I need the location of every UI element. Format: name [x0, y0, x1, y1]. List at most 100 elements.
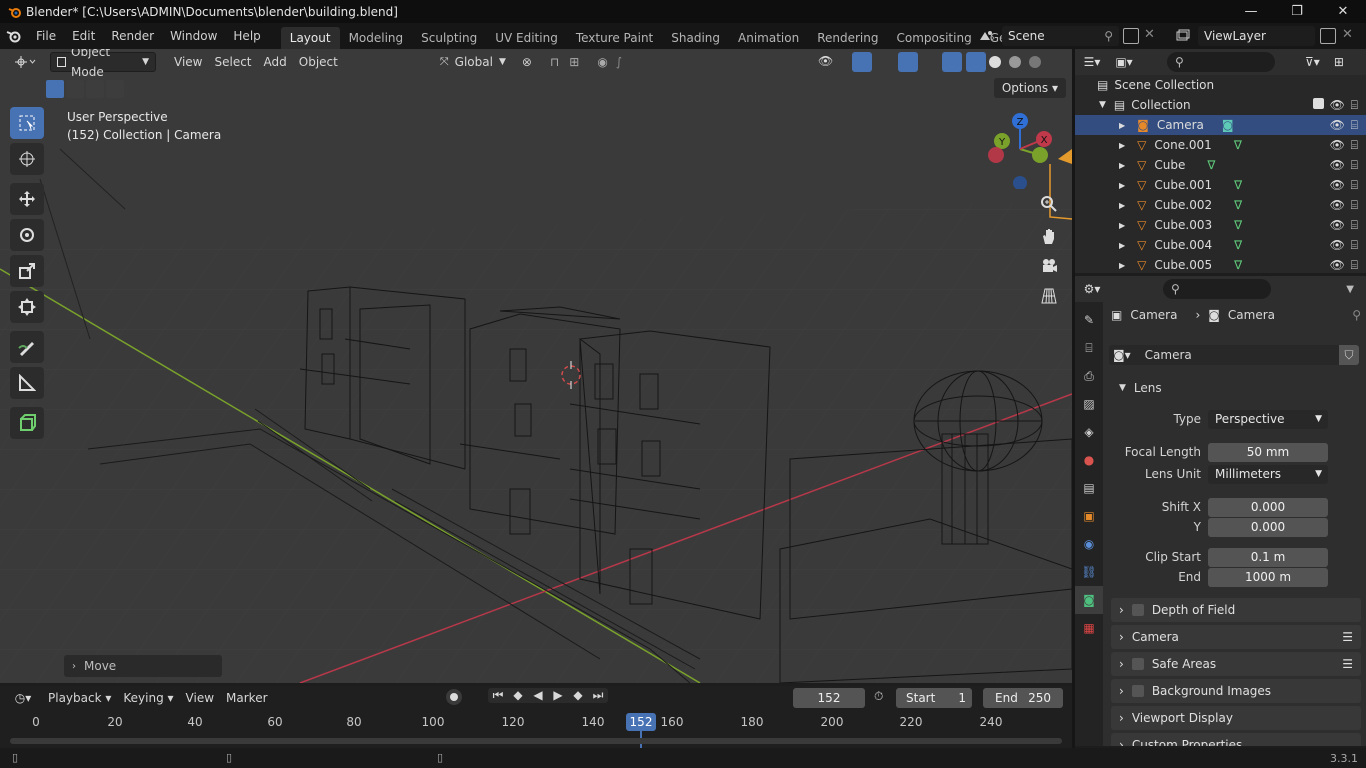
- eye-icon[interactable]: 👁: [1330, 238, 1345, 253]
- render-camera-icon[interactable]: ⌸: [1351, 118, 1358, 133]
- record-icon[interactable]: [446, 689, 462, 705]
- menu-marker[interactable]: Marker: [220, 688, 273, 708]
- overlay-toggle-icon[interactable]: [898, 52, 918, 72]
- camera-panel[interactable]: › Camera ☰: [1111, 625, 1361, 649]
- expand-arrow-icon[interactable]: ▶: [1119, 221, 1125, 230]
- outliner-row[interactable]: ▶ ▽ Cube.003 ∇ 👁 ⌸: [1075, 215, 1366, 235]
- menu-view[interactable]: View: [168, 52, 208, 72]
- pivot-icon[interactable]: ⊗: [522, 55, 532, 69]
- tab-rendering[interactable]: Rendering: [808, 27, 887, 49]
- transform-tool-icon[interactable]: [10, 291, 44, 323]
- annotate-tool-icon[interactable]: [10, 331, 44, 363]
- tab-texture-paint[interactable]: Texture Paint: [567, 27, 662, 49]
- editor-type-icon[interactable]: [6, 52, 44, 72]
- ortho-grid-icon[interactable]: [1035, 282, 1063, 310]
- tab-sculpting[interactable]: Sculpting: [412, 27, 486, 49]
- minimize-button[interactable]: —: [1228, 0, 1274, 23]
- shift-y-field[interactable]: 0.000: [1208, 518, 1328, 537]
- render-camera-icon[interactable]: ⌸: [1351, 238, 1358, 253]
- outliner-row[interactable]: ▶ ▽ Cube.004 ∇ 👁 ⌸: [1075, 235, 1366, 255]
- expand-arrow-icon[interactable]: ▼: [1099, 100, 1106, 110]
- timeline-editor-icon[interactable]: ◷▾: [4, 691, 42, 705]
- jump-start-icon[interactable]: ⏮: [488, 688, 508, 703]
- render-camera-icon[interactable]: ⌸: [1351, 138, 1358, 153]
- pan-hand-icon[interactable]: [1035, 222, 1063, 250]
- menu-object[interactable]: Object: [293, 52, 344, 72]
- options-button[interactable]: Options ▾: [993, 78, 1066, 98]
- select-new-icon[interactable]: [46, 80, 64, 98]
- filter-icon[interactable]: ⊽▾: [1305, 55, 1320, 69]
- eye-icon[interactable]: 👁: [1330, 218, 1345, 233]
- properties-options-icon[interactable]: ▼: [1346, 284, 1354, 295]
- viewlayer-selector[interactable]: ViewLayer: [1198, 26, 1315, 46]
- eye-icon[interactable]: 👁: [1330, 198, 1345, 213]
- delete-viewlayer-icon[interactable]: ✕: [1342, 27, 1353, 42]
- world-tab-icon[interactable]: ●: [1075, 446, 1103, 474]
- restore-button[interactable]: ❐: [1274, 0, 1320, 23]
- cursor-tool-icon[interactable]: [10, 143, 44, 175]
- viewlayer-icon[interactable]: [1170, 27, 1196, 45]
- eye-icon[interactable]: 👁: [1330, 258, 1345, 273]
- measure-tool-icon[interactable]: [10, 367, 44, 399]
- tab-compositing[interactable]: Compositing: [887, 27, 980, 49]
- shading-wireframe-icon[interactable]: [966, 52, 986, 72]
- menu-keying[interactable]: Keying ▾: [117, 688, 179, 708]
- select-extend-icon[interactable]: [66, 80, 84, 98]
- pin-icon[interactable]: ⚲: [1352, 308, 1361, 322]
- menu-file[interactable]: File: [28, 23, 64, 49]
- custom-properties-panel[interactable]: › Custom Properties: [1111, 733, 1361, 746]
- include-checkbox[interactable]: [1312, 98, 1324, 109]
- expand-arrow-icon[interactable]: ▶: [1119, 181, 1125, 190]
- rotate-tool-icon[interactable]: [10, 219, 44, 251]
- timeline-ruler[interactable]: 0 20 40 60 80 100 120 140 160 180 200 220 240 152: [0, 713, 1072, 733]
- render-camera-icon[interactable]: ⌸: [1351, 98, 1358, 113]
- navigation-gizmo[interactable]: Z Y X: [982, 109, 1062, 189]
- tab-animation[interactable]: Animation: [729, 27, 808, 49]
- outliner-row[interactable]: ▶ ▽ Cube.001 ∇ 👁 ⌸: [1075, 175, 1366, 195]
- render-camera-icon[interactable]: ⌸: [1351, 258, 1358, 273]
- 3d-viewport[interactable]: Object Mode ▼ View Select Add Object ⤧ G…: [0, 49, 1072, 683]
- output-tab-icon[interactable]: ⎙: [1075, 362, 1103, 390]
- select-box-tool-icon[interactable]: [10, 107, 44, 139]
- prev-keyframe-icon[interactable]: ◆: [508, 688, 528, 703]
- outliner-row[interactable]: ▶ ▽ Cone.001 ∇ 👁 ⌸: [1075, 135, 1366, 155]
- presets-icon[interactable]: ☰: [1342, 657, 1353, 671]
- proportional-edit-icon[interactable]: ◉: [597, 55, 607, 69]
- falloff-icon[interactable]: ∫: [616, 55, 622, 69]
- end-frame-field[interactable]: End 250: [983, 688, 1063, 708]
- visibility-icon[interactable]: 👁: [818, 54, 833, 68]
- shading-material-icon[interactable]: [1009, 56, 1021, 68]
- scene-tab-icon[interactable]: ◈: [1075, 418, 1103, 446]
- menu-help[interactable]: Help: [225, 23, 268, 49]
- next-keyframe-icon[interactable]: ◆: [568, 688, 588, 703]
- render-camera-icon[interactable]: ⌸: [1351, 218, 1358, 233]
- shading-solid-icon[interactable]: [989, 56, 1001, 68]
- eye-icon[interactable]: 👁: [1330, 118, 1345, 133]
- outliner-search[interactable]: ⚲: [1167, 52, 1275, 72]
- tool-tab-icon[interactable]: ✎: [1075, 306, 1103, 334]
- tab-layout[interactable]: Layout: [280, 27, 340, 49]
- jump-end-icon[interactable]: ⏭: [588, 688, 608, 703]
- move-tool-icon[interactable]: [10, 183, 44, 215]
- area-divider[interactable]: [1072, 49, 1075, 748]
- expand-arrow-icon[interactable]: ▶: [1119, 161, 1125, 170]
- expand-arrow-icon[interactable]: ▶: [1119, 141, 1125, 150]
- play-icon[interactable]: ▶: [548, 688, 568, 703]
- depth-of-field-panel[interactable]: › Depth of Field: [1111, 598, 1361, 622]
- close-button[interactable]: ✕: [1320, 0, 1366, 23]
- type-select[interactable]: Perspective ▼: [1208, 410, 1328, 429]
- tab-shading[interactable]: Shading: [662, 27, 729, 49]
- start-frame-field[interactable]: Start 1: [896, 688, 972, 708]
- clip-end-field[interactable]: 1000 m: [1208, 568, 1328, 587]
- add-cube-tool-icon[interactable]: [10, 407, 44, 439]
- blender-menu-icon[interactable]: [0, 23, 28, 49]
- gizmo-toggle-icon[interactable]: [852, 52, 872, 72]
- scale-tool-icon[interactable]: [10, 255, 44, 287]
- datablock-selector[interactable]: ◙▾ Camera ⛉: [1109, 345, 1359, 365]
- expand-arrow-icon[interactable]: ▶: [1119, 241, 1125, 250]
- safe-areas-panel[interactable]: › Safe Areas ☰: [1111, 652, 1361, 676]
- fake-user-icon[interactable]: ⛉: [1339, 345, 1359, 365]
- collection-row[interactable]: ▼ ▤ Collection 👁 ⌸: [1075, 95, 1366, 115]
- safe-areas-checkbox[interactable]: [1131, 658, 1144, 670]
- menu-select[interactable]: Select: [208, 52, 257, 72]
